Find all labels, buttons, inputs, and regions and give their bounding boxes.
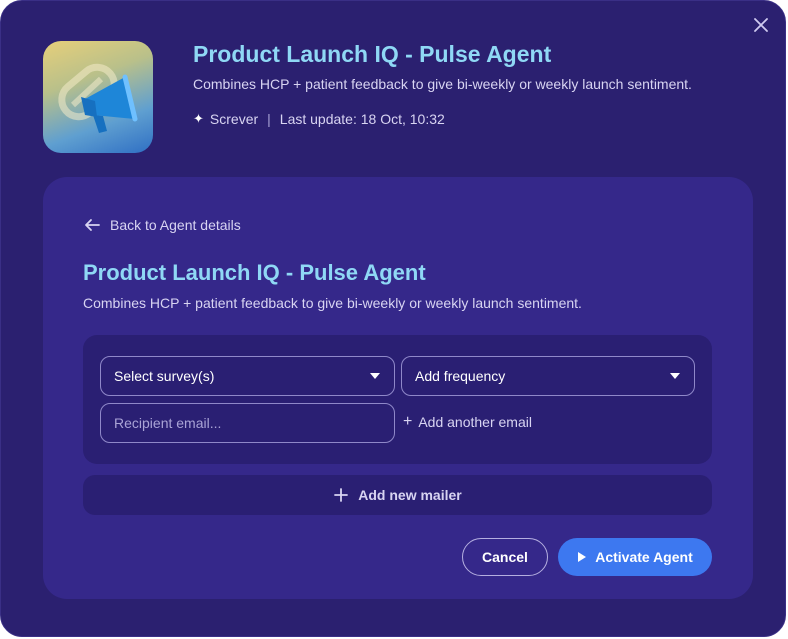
caret-down-icon (370, 373, 380, 379)
card-description: Combines HCP + patient feedback to give … (83, 295, 582, 311)
caret-down-icon (670, 373, 680, 379)
header-meta: ✦ Screver | Last update: 18 Oct, 10:32 (193, 111, 445, 127)
add-mailer-label: Add new mailer (358, 487, 462, 503)
add-another-email-button[interactable]: + Add another email (403, 413, 532, 431)
back-to-agent-details-link[interactable]: Back to Agent details (83, 217, 241, 233)
activate-label: Activate Agent (595, 549, 693, 565)
survey-select-label: Select survey(s) (114, 368, 215, 384)
plus-icon: + (403, 413, 413, 430)
sparkle-icon: ✦ (193, 111, 204, 126)
last-update: Last update: 18 Oct, 10:32 (279, 111, 445, 127)
arrow-left-icon (85, 219, 100, 231)
play-icon (578, 552, 587, 562)
meta-separator: | (267, 111, 271, 127)
mailer-form-panel: Select survey(s) Add frequency + Add ano… (83, 335, 712, 464)
agent-hero-icon (43, 41, 153, 153)
cancel-button[interactable]: Cancel (462, 538, 548, 576)
activate-agent-button[interactable]: Activate Agent (558, 538, 712, 576)
card-title: Product Launch IQ - Pulse Agent (83, 260, 426, 285)
close-icon (754, 18, 768, 32)
cancel-label: Cancel (482, 549, 528, 565)
megaphone-icon (58, 63, 138, 133)
recipient-email-input[interactable] (100, 403, 395, 443)
add-email-label: Add another email (418, 414, 532, 430)
header-description: Combines HCP + patient feedback to give … (193, 76, 692, 92)
frequency-select-label: Add frequency (415, 368, 506, 384)
close-button[interactable] (751, 15, 771, 35)
agent-config-card: Back to Agent details Product Launch IQ … (43, 177, 753, 599)
survey-select[interactable]: Select survey(s) (100, 356, 395, 396)
add-new-mailer-button[interactable]: Add new mailer (83, 475, 712, 515)
plus-icon (334, 488, 349, 502)
header-title: Product Launch IQ - Pulse Agent (193, 41, 552, 67)
author-name: Screver (209, 111, 259, 127)
back-link-label: Back to Agent details (110, 217, 241, 233)
frequency-select[interactable]: Add frequency (401, 356, 695, 396)
agent-modal: Product Launch IQ - Pulse Agent Combines… (0, 0, 786, 637)
